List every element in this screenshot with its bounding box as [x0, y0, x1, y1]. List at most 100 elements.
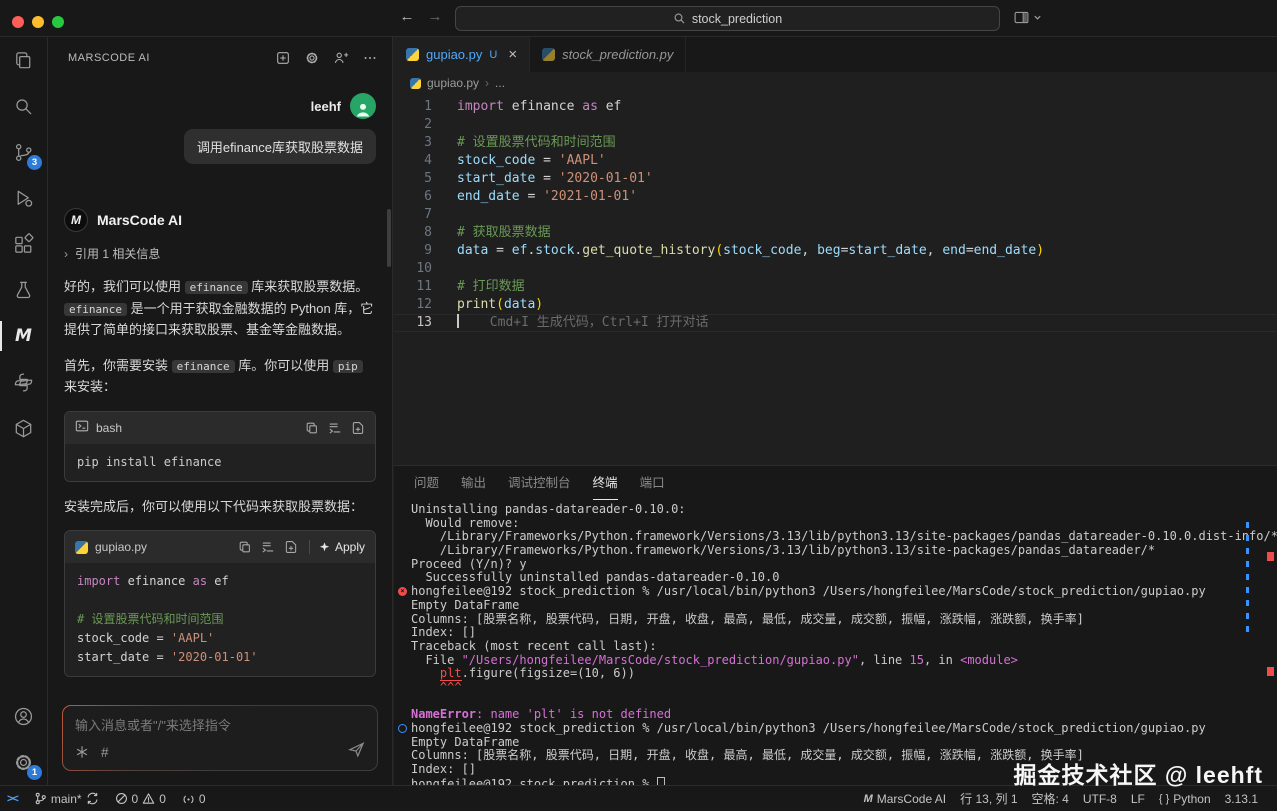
terminal-line: Successfully uninstalled pandas-dataread…: [411, 571, 1277, 585]
problems-status[interactable]: 0 0: [108, 786, 173, 811]
package-icon: [12, 417, 35, 440]
editor-code-line[interactable]: 10: [394, 260, 1277, 278]
python-icon: [12, 371, 35, 394]
terminal[interactable]: Uninstalling pandas-datareader-0.10.0: W…: [394, 500, 1277, 790]
activitybar-account[interactable]: [0, 693, 47, 739]
layout-icon: [1013, 9, 1030, 26]
ports-status[interactable]: 0: [175, 786, 213, 811]
editor-code-line[interactable]: 7: [394, 206, 1277, 224]
navigate-back-button[interactable]: ←: [396, 8, 418, 25]
insert-code-icon[interactable]: [328, 421, 342, 435]
activitybar-run-debug[interactable]: [0, 175, 47, 221]
tab-gupiao-py[interactable]: gupiao.py U ×: [394, 37, 530, 72]
minimize-window-button[interactable]: [32, 16, 44, 28]
panel-tab-terminal[interactable]: 终端: [593, 466, 618, 500]
terminal-line: Traceback (most recent call last):: [411, 640, 1277, 654]
reference-toggle[interactable]: › 引用 1 相关信息: [64, 245, 376, 262]
line-number: 5: [394, 170, 432, 188]
code-block-filename: gupiao.py: [95, 540, 147, 554]
python-file-icon: [410, 78, 421, 89]
command-center-search[interactable]: stock_prediction: [455, 6, 1000, 31]
apply-code-button[interactable]: Apply: [309, 540, 365, 554]
customize-layout-button[interactable]: [1013, 9, 1042, 26]
activitybar-explorer[interactable]: [0, 37, 47, 83]
close-window-button[interactable]: [12, 16, 24, 28]
activitybar-python[interactable]: [0, 359, 47, 405]
error-ruler-mark: [1267, 667, 1274, 676]
braces-icon: { }: [1159, 793, 1169, 805]
editor-code-line[interactable]: 9data = ef.stock.get_quote_history(stock…: [394, 242, 1277, 260]
code-block-header: bash: [65, 412, 375, 444]
code-editor[interactable]: 1import efinance as ef23# 设置股票代码和时间范围4st…: [394, 94, 1277, 465]
chat-input[interactable]: 输入消息或者"/"来选择指令 #: [62, 705, 378, 771]
git-branch-status[interactable]: main*: [27, 786, 106, 811]
activitybar-settings[interactable]: 1: [0, 739, 47, 785]
activitybar-docker[interactable]: [0, 405, 47, 451]
panel-tab-problems[interactable]: 问题: [414, 466, 439, 500]
marscode-status[interactable]: MMarsCode AI: [857, 786, 954, 811]
editor-code-line[interactable]: 4stock_code = 'AAPL': [394, 152, 1277, 170]
gear-icon[interactable]: [304, 50, 320, 66]
branch-icon: [34, 792, 47, 805]
activitybar-extensions[interactable]: [0, 221, 47, 267]
editor-tabs: gupiao.py U × stock_prediction.py: [394, 37, 1277, 72]
editor-code-line[interactable]: 11# 打印数据: [394, 278, 1277, 296]
code-line: stock_code = 'AAPL': [77, 629, 363, 648]
tab-stock-prediction-py[interactable]: stock_prediction.py: [530, 37, 686, 72]
assistant-name: MarsCode AI: [97, 212, 182, 228]
sidebar-scrollbar[interactable]: [387, 209, 391, 267]
editor-code-line[interactable]: 6end_date = '2021-01-01': [394, 188, 1277, 206]
new-file-icon[interactable]: [284, 540, 298, 554]
terminal-line: ^^^: [411, 681, 1277, 695]
editor-code-line[interactable]: 8# 获取股票数据: [394, 224, 1277, 242]
copy-icon[interactable]: [305, 421, 319, 435]
search-icon: [673, 12, 686, 25]
terminal-line: Index: []: [411, 626, 1277, 640]
share-profile-icon[interactable]: [333, 50, 349, 66]
breadcrumb-more: ...: [495, 76, 505, 90]
chat-input-placeholder: 输入消息或者"/"来选择指令: [75, 715, 365, 734]
activitybar-marscode-ai[interactable]: M: [0, 313, 47, 359]
editor-code-line[interactable]: 2: [394, 116, 1277, 134]
new-chat-icon[interactable]: [275, 50, 291, 66]
extensions-icon: [12, 233, 35, 256]
activitybar-testing[interactable]: [0, 267, 47, 313]
panel-tab-ports[interactable]: 端口: [640, 466, 665, 500]
explorer-icon: [12, 49, 35, 72]
editor-code-line[interactable]: 12print(data): [394, 296, 1277, 314]
navigate-forward-button[interactable]: →: [424, 8, 446, 25]
python-file-icon: [406, 48, 419, 61]
commands-icon[interactable]: [75, 745, 89, 759]
editor-code-line[interactable]: 13 Cmd+I 生成代码，Ctrl+I 打开对话: [394, 314, 1277, 332]
panel-tab-output[interactable]: 输出: [461, 466, 486, 500]
terminal-line: Empty DataFrame: [411, 599, 1277, 613]
command-failed-icon[interactable]: [398, 587, 407, 596]
code-block-language: bash: [96, 421, 122, 435]
maximize-window-button[interactable]: [52, 16, 64, 28]
send-message-button[interactable]: [348, 741, 365, 763]
new-file-icon[interactable]: [351, 421, 365, 435]
marscode-icon: M: [15, 326, 32, 346]
insert-code-icon[interactable]: [261, 540, 275, 554]
user-avatar: [350, 93, 376, 119]
activity-bar: 3 M 1: [0, 37, 48, 785]
close-tab-icon[interactable]: ×: [508, 46, 517, 63]
settings-badge: 1: [27, 765, 42, 780]
line-number: 8: [394, 224, 432, 242]
breadcrumb[interactable]: gupiao.py › ...: [394, 72, 1277, 94]
activitybar-search[interactable]: [0, 83, 47, 129]
terminal-line: /Library/Frameworks/Python.framework/Ver…: [411, 544, 1277, 558]
python-file-icon: [542, 48, 555, 61]
remote-indicator[interactable]: ><: [0, 786, 25, 811]
editor-code-line[interactable]: 1import efinance as ef: [394, 98, 1277, 116]
more-actions-icon[interactable]: [362, 50, 378, 66]
copy-icon[interactable]: [238, 540, 252, 554]
activitybar-source-control[interactable]: 3: [0, 129, 47, 175]
terminal-line: hongfeilee@192 stock_prediction % /usr/l…: [411, 722, 1277, 736]
code-block-body: import efinance as ef # 设置股票代码和时间范围stock…: [65, 563, 375, 676]
editor-code-line[interactable]: 5start_date = '2020-01-01': [394, 170, 1277, 188]
editor-code-line[interactable]: 3# 设置股票代码和时间范围: [394, 134, 1277, 152]
context-hash-button[interactable]: #: [101, 745, 109, 760]
command-success-icon[interactable]: [398, 724, 407, 733]
panel-tab-debug-console[interactable]: 调试控制台: [508, 466, 571, 500]
